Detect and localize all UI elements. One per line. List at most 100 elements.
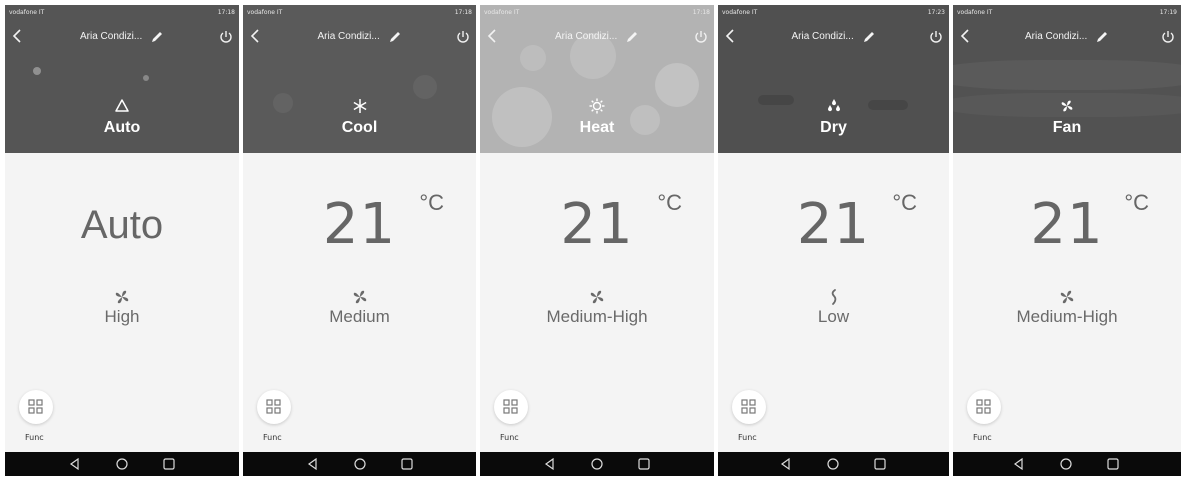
status-bar: vodafone IT 17:18 [247, 8, 472, 18]
edit-pencil-icon[interactable] [625, 30, 639, 44]
nav-recents-icon[interactable] [636, 456, 652, 472]
func-label: Func [25, 433, 44, 442]
nav-home-icon[interactable] [352, 456, 368, 472]
fan-speed-selector[interactable]: Low [718, 287, 949, 335]
android-navbar [480, 452, 714, 476]
mode-header: vodafone IT 17:18 Aria Condizi... Auto [5, 5, 239, 153]
power-icon[interactable] [1159, 28, 1177, 46]
screenshot-strip: vodafone IT 17:18 Aria Condizi... Auto A… [0, 0, 1185, 479]
temperature-value: 21 [1030, 192, 1104, 257]
device-title: Aria Condizi... [791, 31, 854, 42]
nav-recents-icon[interactable] [1105, 456, 1121, 472]
grid-icon [28, 399, 43, 414]
temperature-display[interactable]: 21 °C [480, 185, 714, 275]
mode-label: Dry [820, 119, 847, 136]
edit-pencil-icon[interactable] [862, 30, 876, 44]
nav-home-icon[interactable] [589, 456, 605, 472]
temperature-display[interactable]: Auto [5, 185, 239, 275]
mode-selector[interactable]: Dry [718, 97, 949, 149]
phone-screen-auto: vodafone IT 17:18 Aria Condizi... Auto A… [5, 5, 239, 476]
fan-mode-icon [1061, 100, 1073, 112]
device-title: Aria Condizi... [317, 31, 380, 42]
fan-speed-label: Low [817, 307, 850, 326]
android-navbar [718, 452, 949, 476]
nav-back-icon[interactable] [1011, 456, 1027, 472]
temperature-unit: °C [1124, 190, 1149, 215]
status-carrier: vodafone IT [722, 9, 758, 16]
status-bar: vodafone IT 17:18 [9, 8, 235, 18]
mode-selector[interactable]: Heat [480, 97, 714, 149]
func-label: Func [738, 433, 757, 442]
fan-speed-selector[interactable]: High [5, 287, 239, 335]
phone-screen-heat: vodafone IT 17:18 Aria Condizi... Heat 2… [480, 5, 714, 476]
fan-speed-label: Medium [329, 307, 390, 326]
fan-speed-selector[interactable]: Medium-High [953, 287, 1181, 335]
android-navbar [953, 452, 1181, 476]
android-navbar [243, 452, 476, 476]
nav-back-icon[interactable] [67, 456, 83, 472]
nav-home-icon[interactable] [1058, 456, 1074, 472]
fan-icon [590, 290, 604, 304]
func-label: Func [973, 433, 992, 442]
power-icon[interactable] [217, 28, 235, 46]
edit-pencil-icon[interactable] [388, 30, 402, 44]
func-button[interactable] [257, 390, 291, 424]
nav-recents-icon[interactable] [872, 456, 888, 472]
func-button[interactable] [494, 390, 528, 424]
mode-label: Heat [579, 119, 615, 136]
nav-recents-icon[interactable] [161, 456, 177, 472]
nav-back-icon[interactable] [778, 456, 794, 472]
power-icon[interactable] [927, 28, 945, 46]
fan-speed-selector[interactable]: Medium-High [480, 287, 714, 335]
nav-home-icon[interactable] [114, 456, 130, 472]
grid-icon [976, 399, 991, 414]
android-navbar [5, 452, 239, 476]
temperature-display[interactable]: 21 °C [243, 185, 476, 275]
func-button[interactable] [19, 390, 53, 424]
temperature-display[interactable]: 21 °C [953, 185, 1181, 275]
status-carrier: vodafone IT [484, 9, 520, 16]
fan-icon [115, 290, 129, 304]
func-button[interactable] [967, 390, 1001, 424]
edit-pencil-icon[interactable] [150, 30, 164, 44]
auto-triangle-icon [115, 99, 129, 112]
status-time: 17:23 [927, 9, 945, 16]
status-carrier: vodafone IT [247, 9, 283, 16]
temperature-value: Auto [80, 203, 164, 247]
temperature-value: 21 [560, 192, 634, 257]
nav-home-icon[interactable] [825, 456, 841, 472]
mode-label: Fan [1052, 119, 1082, 136]
device-title-bar: Aria Condizi... [5, 30, 239, 45]
phone-screen-fan: vodafone IT 17:19 Aria Condizi... Fan 21… [953, 5, 1181, 476]
fan-speed-selector[interactable]: Medium [243, 287, 476, 335]
mode-selector[interactable]: Auto [5, 97, 239, 149]
func-button[interactable] [732, 390, 766, 424]
power-icon[interactable] [454, 28, 472, 46]
mode-selector[interactable]: Cool [243, 97, 476, 149]
temperature-unit: °C [419, 190, 444, 215]
phone-screen-dry: vodafone IT 17:23 Aria Condizi... Dry 21… [718, 5, 949, 476]
power-icon[interactable] [692, 28, 710, 46]
device-title-bar: Aria Condizi... [953, 30, 1181, 45]
status-bar: vodafone IT 17:18 [484, 8, 710, 18]
status-bar: vodafone IT 17:23 [722, 8, 945, 18]
nav-recents-icon[interactable] [399, 456, 415, 472]
status-time: 17:18 [692, 9, 710, 16]
device-title-bar: Aria Condizi... [480, 30, 714, 45]
status-time: 17:19 [1159, 9, 1177, 16]
nav-back-icon[interactable] [305, 456, 321, 472]
status-bar: vodafone IT 17:19 [957, 8, 1177, 18]
sun-icon [589, 98, 605, 114]
temperature-display[interactable]: 21 °C [718, 185, 949, 275]
mode-selector[interactable]: Fan [953, 97, 1181, 149]
temperature-unit: °C [657, 190, 682, 215]
mode-header: vodafone IT 17:18 Aria Condizi... [480, 5, 714, 153]
nav-back-icon[interactable] [542, 456, 558, 472]
edit-pencil-icon[interactable] [1095, 30, 1109, 44]
fan-icon [353, 290, 366, 304]
device-title: Aria Condizi... [79, 31, 143, 42]
func-label: Func [263, 433, 282, 442]
fan-speed-label: Medium-High [1016, 307, 1118, 326]
fan-speed-label: Medium-High [546, 307, 648, 326]
device-title-bar: Aria Condizi... [243, 30, 476, 45]
